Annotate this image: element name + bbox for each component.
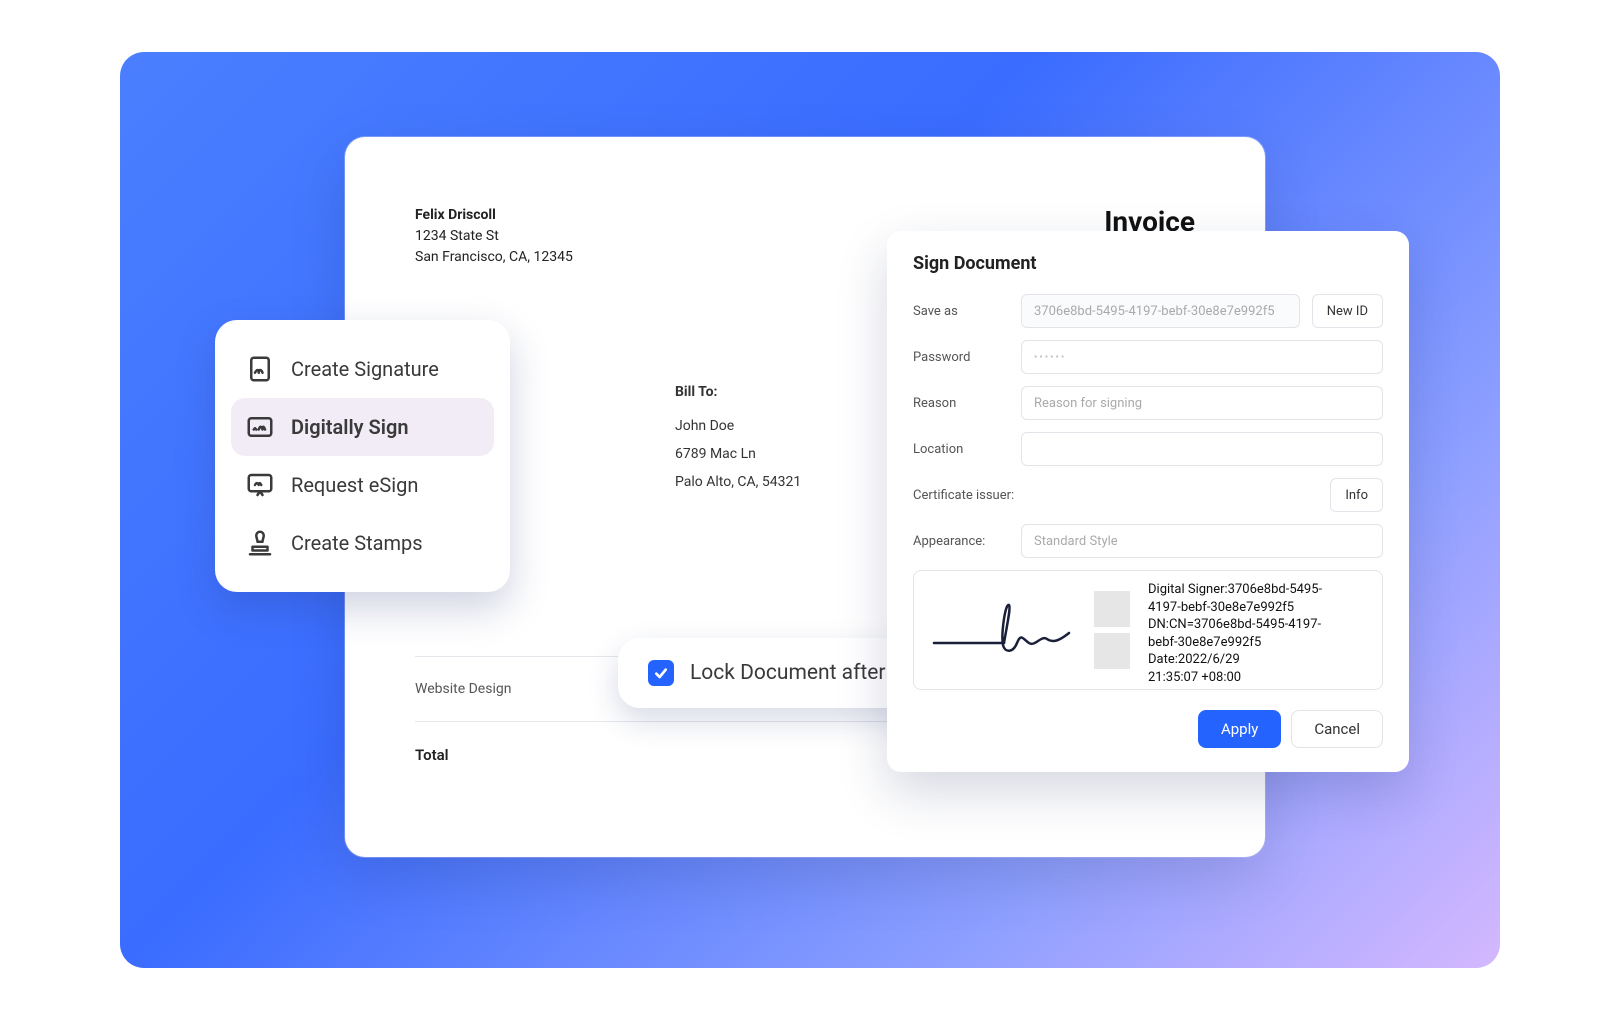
qr-placeholder bbox=[1094, 571, 1140, 689]
lock-checkbox[interactable] bbox=[648, 660, 674, 686]
menu-label: Create Stamps bbox=[291, 531, 423, 555]
meta-line: DN:CN=3706e8bd-5495-4197- bbox=[1148, 616, 1376, 634]
meta-line: bebf-30e8e7e992f5 bbox=[1148, 634, 1376, 652]
invoice-total-label: Total bbox=[415, 746, 449, 764]
menu-label: Request eSign bbox=[291, 473, 418, 497]
menu-item-create-stamps[interactable]: Create Stamps bbox=[231, 514, 494, 572]
dialog-title: Sign Document bbox=[913, 253, 1383, 274]
meta-line: Digital Signer:3706e8bd-5495- bbox=[1148, 581, 1376, 599]
meta-line: 21:35:07 +08:00 bbox=[1148, 669, 1376, 687]
saveas-label: Save as bbox=[913, 304, 1009, 319]
signature-menu: Create Signature Digitally Sign Request … bbox=[215, 320, 510, 592]
invoice-from-name: Felix Driscoll bbox=[415, 205, 573, 226]
check-icon bbox=[653, 665, 669, 681]
appearance-select[interactable]: Standard Style bbox=[1021, 524, 1383, 558]
apply-button[interactable]: Apply bbox=[1198, 710, 1281, 748]
signature-icon bbox=[245, 354, 275, 384]
appearance-label: Appearance: bbox=[913, 534, 1009, 549]
cancel-button[interactable]: Cancel bbox=[1291, 710, 1383, 748]
password-input[interactable]: •••••• bbox=[1021, 340, 1383, 374]
invoice-from-line2: San Francisco, CA, 12345 bbox=[415, 247, 573, 268]
meta-line: Date:2022/6/29 bbox=[1148, 651, 1376, 669]
sign-document-dialog: Sign Document Save as 3706e8bd-5495-4197… bbox=[887, 231, 1409, 772]
digital-sign-icon bbox=[245, 412, 275, 442]
location-label: Location bbox=[913, 442, 1009, 457]
info-button[interactable]: Info bbox=[1330, 478, 1383, 512]
menu-label: Create Signature bbox=[291, 357, 439, 381]
saveas-input[interactable]: 3706e8bd-5495-4197-bebf-30e8e7e992f5 bbox=[1021, 294, 1300, 328]
handwritten-signature-icon bbox=[929, 595, 1079, 665]
signature-graphic bbox=[914, 571, 1094, 689]
request-esign-icon bbox=[245, 470, 275, 500]
invoice-from-line1: 1234 State St bbox=[415, 226, 573, 247]
signature-preview: Digital Signer:3706e8bd-5495- 4197-bebf-… bbox=[913, 570, 1383, 690]
newid-button[interactable]: New ID bbox=[1312, 294, 1383, 328]
invoice-from-block: Felix Driscoll 1234 State St San Francis… bbox=[415, 205, 573, 268]
menu-item-digitally-sign[interactable]: Digitally Sign bbox=[231, 398, 494, 456]
meta-line: 4197-bebf-30e8e7e992f5 bbox=[1148, 599, 1376, 617]
password-label: Password bbox=[913, 350, 1009, 365]
stage-background: Felix Driscoll 1234 State St San Francis… bbox=[120, 52, 1500, 968]
menu-item-request-esign[interactable]: Request eSign bbox=[231, 456, 494, 514]
reason-label: Reason bbox=[913, 396, 1009, 411]
menu-label: Digitally Sign bbox=[291, 415, 409, 439]
reason-input[interactable]: Reason for signing bbox=[1021, 386, 1383, 420]
signature-metadata: Digital Signer:3706e8bd-5495- 4197-bebf-… bbox=[1140, 571, 1382, 689]
location-input[interactable] bbox=[1021, 432, 1383, 466]
cert-label: Certificate issuer: bbox=[913, 488, 1014, 503]
invoice-line-item: Website Design bbox=[415, 681, 511, 697]
menu-item-create-signature[interactable]: Create Signature bbox=[231, 340, 494, 398]
stamp-icon bbox=[245, 528, 275, 558]
